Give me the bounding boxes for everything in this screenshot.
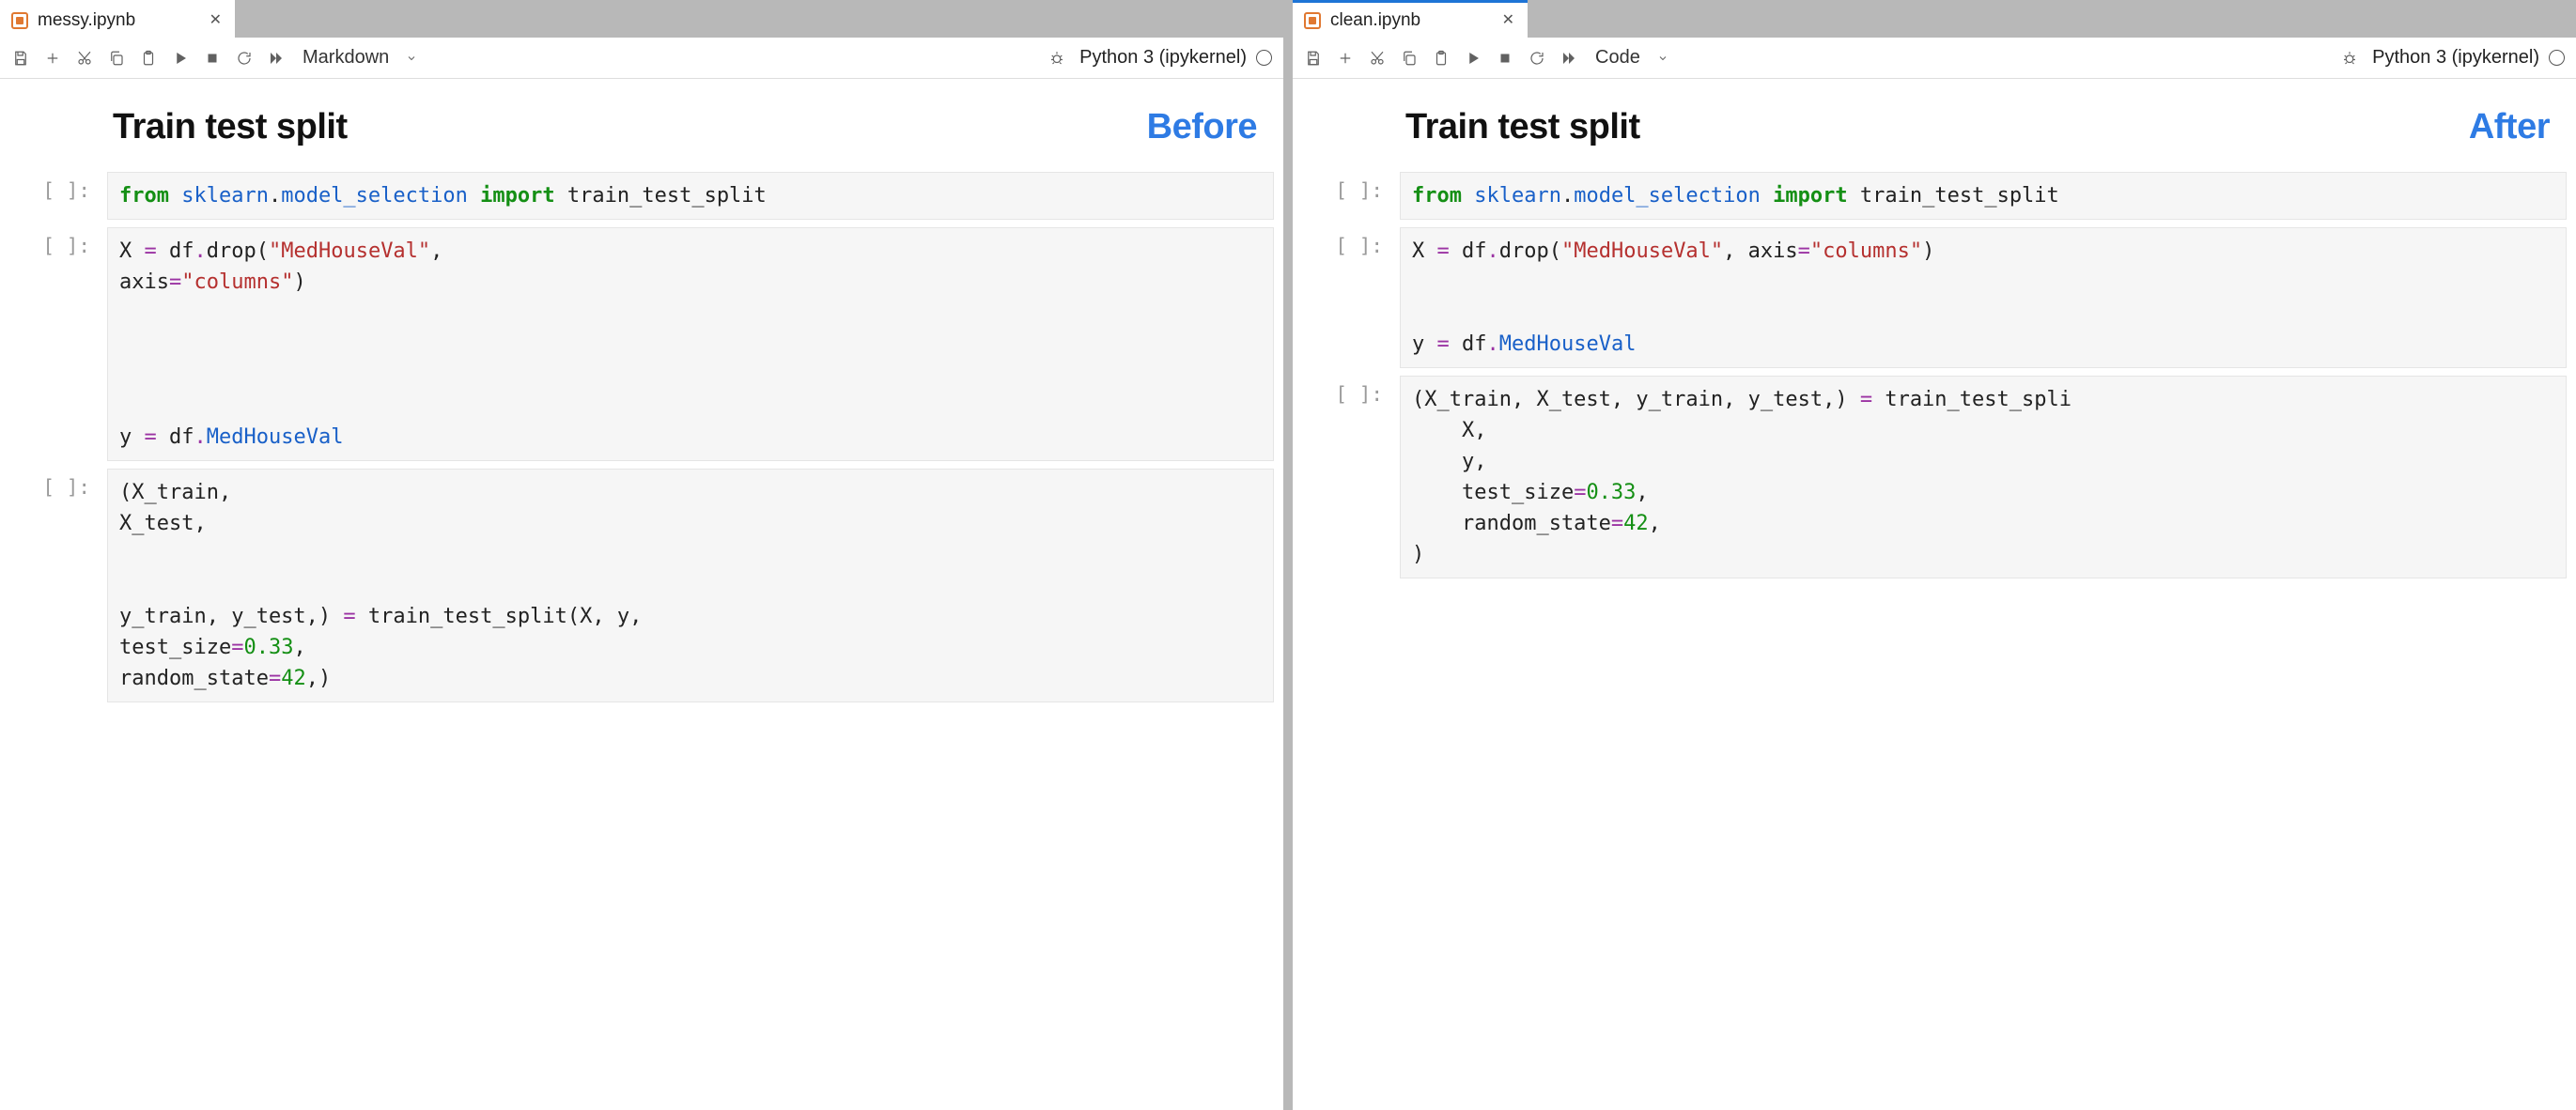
notebook-body: Train test split Before [ ]: from sklear… bbox=[0, 79, 1283, 1110]
kernel-name: Python 3 (ipykernel) bbox=[1079, 47, 1247, 69]
cell-type-label: Code bbox=[1595, 47, 1640, 69]
badge-after: After bbox=[2469, 107, 2557, 147]
close-icon[interactable]: ✕ bbox=[209, 13, 222, 28]
notebook-icon bbox=[11, 12, 28, 29]
code-area[interactable]: X = df.drop("MedHouseVal", axis="columns… bbox=[1400, 227, 2567, 368]
code-cell[interactable]: [ ]: X = df.drop("MedHouseVal", axis="co… bbox=[1302, 227, 2567, 368]
kernel-name: Python 3 (ipykernel) bbox=[2372, 47, 2539, 69]
heading-row: Train test split Before bbox=[9, 92, 1274, 164]
chevron-down-icon bbox=[406, 53, 417, 64]
heading-row: Train test split After bbox=[1302, 92, 2567, 164]
cell-type-select[interactable]: Code bbox=[1591, 47, 1672, 69]
tabbar: clean.ipynb ✕ bbox=[1293, 0, 2576, 38]
kernel-indicator[interactable]: Python 3 (ipykernel) bbox=[2372, 47, 2565, 69]
tab-messy[interactable]: messy.ipynb ✕ bbox=[0, 0, 235, 38]
code-cell[interactable]: [ ]: from sklearn.model_selection import… bbox=[1302, 172, 2567, 220]
code-area[interactable]: (X_train, X_test, y_train, y_test,) = tr… bbox=[107, 469, 1274, 702]
code-area[interactable]: from sklearn.model_selection import trai… bbox=[107, 172, 1274, 220]
pane-left: messy.ipynb ✕ Markdown Python 3 (ipykern… bbox=[0, 0, 1283, 1110]
stop-icon[interactable] bbox=[203, 49, 222, 68]
code-cell[interactable]: [ ]: (X_train, X_test, y_train, y_test,)… bbox=[1302, 376, 2567, 578]
bug-icon[interactable] bbox=[2340, 49, 2359, 68]
run-icon[interactable] bbox=[171, 49, 190, 68]
code-cell[interactable]: [ ]: X = df.drop("MedHouseVal", axis="co… bbox=[9, 227, 1274, 461]
add-icon[interactable] bbox=[43, 49, 62, 68]
kernel-indicator[interactable]: Python 3 (ipykernel) bbox=[1079, 47, 1272, 69]
pane-right: clean.ipynb ✕ Code Python 3 (ipykernel) … bbox=[1293, 0, 2576, 1110]
cell-type-label: Markdown bbox=[303, 47, 389, 69]
code-cell[interactable]: [ ]: from sklearn.model_selection import… bbox=[9, 172, 1274, 220]
notebook-icon bbox=[1304, 12, 1321, 29]
tab-title: clean.ipynb bbox=[1330, 10, 1420, 31]
toolbar: Code Python 3 (ipykernel) bbox=[1293, 38, 2576, 79]
cell-prompt: [ ]: bbox=[9, 227, 100, 257]
cut-icon[interactable] bbox=[1368, 49, 1387, 68]
code-cell[interactable]: [ ]: (X_train, X_test, y_train, y_test,)… bbox=[9, 469, 1274, 702]
cut-icon[interactable] bbox=[75, 49, 94, 68]
cell-prompt: [ ]: bbox=[1302, 376, 1392, 406]
stop-icon[interactable] bbox=[1496, 49, 1514, 68]
close-icon[interactable]: ✕ bbox=[1502, 13, 1514, 28]
run-all-icon[interactable] bbox=[1560, 49, 1578, 68]
run-icon[interactable] bbox=[1464, 49, 1482, 68]
notebook-body: Train test split After [ ]: from sklearn… bbox=[1293, 79, 2576, 1110]
toolbar: Markdown Python 3 (ipykernel) bbox=[0, 38, 1283, 79]
run-all-icon[interactable] bbox=[267, 49, 286, 68]
code-area[interactable]: from sklearn.model_selection import trai… bbox=[1400, 172, 2567, 220]
paste-icon[interactable] bbox=[1432, 49, 1451, 68]
cell-type-select[interactable]: Markdown bbox=[299, 47, 421, 69]
tab-title: messy.ipynb bbox=[38, 10, 135, 31]
kernel-status-icon bbox=[2549, 50, 2565, 66]
restart-icon[interactable] bbox=[235, 49, 254, 68]
code-area[interactable]: X = df.drop("MedHouseVal", axis="columns… bbox=[107, 227, 1274, 461]
restart-icon[interactable] bbox=[1528, 49, 1546, 68]
notebook-heading: Train test split bbox=[113, 107, 348, 147]
add-icon[interactable] bbox=[1336, 49, 1355, 68]
cell-prompt: [ ]: bbox=[1302, 227, 1392, 257]
cell-prompt: [ ]: bbox=[1302, 172, 1392, 202]
paste-icon[interactable] bbox=[139, 49, 158, 68]
cell-prompt: [ ]: bbox=[9, 172, 100, 202]
tab-clean[interactable]: clean.ipynb ✕ bbox=[1293, 0, 1528, 38]
chevron-down-icon bbox=[1657, 53, 1668, 64]
code-area[interactable]: (X_train, X_test, y_train, y_test,) = tr… bbox=[1400, 376, 2567, 578]
save-icon[interactable] bbox=[1304, 49, 1323, 68]
copy-icon[interactable] bbox=[1400, 49, 1419, 68]
save-icon[interactable] bbox=[11, 49, 30, 68]
cell-prompt: [ ]: bbox=[9, 469, 100, 499]
badge-before: Before bbox=[1147, 107, 1265, 147]
bug-icon[interactable] bbox=[1047, 49, 1066, 68]
copy-icon[interactable] bbox=[107, 49, 126, 68]
notebook-heading: Train test split bbox=[1405, 107, 1640, 147]
tabbar: messy.ipynb ✕ bbox=[0, 0, 1283, 38]
kernel-status-icon bbox=[1256, 50, 1272, 66]
